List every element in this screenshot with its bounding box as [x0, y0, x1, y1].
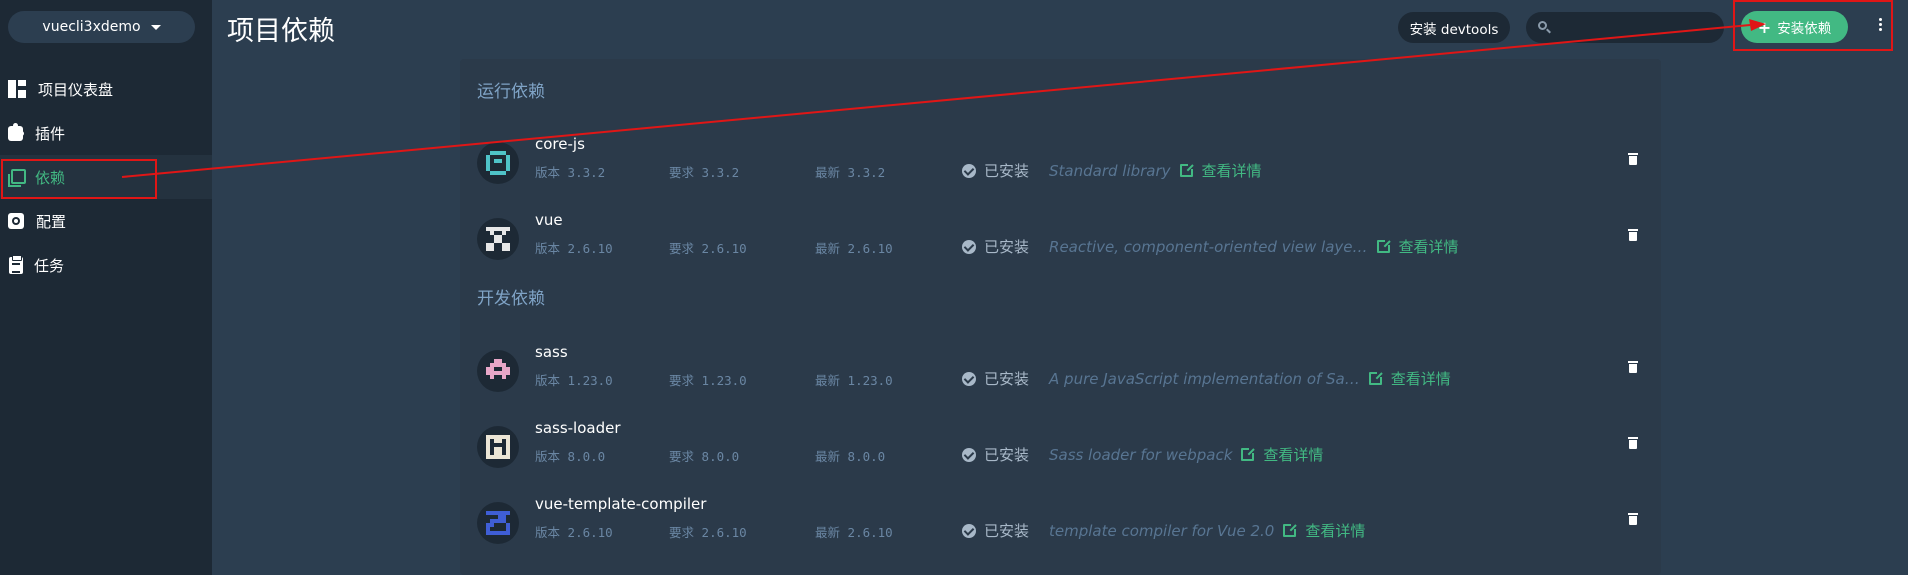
sidebar-item-configuration[interactable]: 配置 [0, 199, 212, 243]
list-item: sass-loader 版本 8.0.0 要求 8.0.0 最新 8.0.0 已… [460, 412, 1661, 474]
search-input[interactable] [1556, 12, 1716, 43]
package-description: A pure JavaScript implementation of Sa… [1049, 369, 1360, 388]
sidebar-item-tasks[interactable]: 任务 [0, 243, 212, 287]
package-avatar [477, 502, 519, 544]
sidebar-item-dependencies[interactable]: 依赖 [0, 155, 212, 199]
dependencies-panel: 运行依赖 core-js 版本 3.3.2 要求 3.3.2 最新 3.3.2 … [460, 59, 1661, 575]
delete-icon[interactable] [1628, 361, 1638, 373]
delete-icon[interactable] [1628, 437, 1638, 449]
sidebar-item-label: 依赖 [35, 168, 66, 187]
assignment-icon [9, 254, 23, 274]
package-status: 已安装 A pure JavaScript implementation of … [962, 368, 1451, 389]
package-wanted: 要求 3.3.2 [669, 165, 740, 180]
package-wanted: 要求 1.23.0 [669, 373, 747, 388]
package-status: 已安装 Standard library 查看详情 [962, 160, 1262, 181]
view-details-link[interactable]: 查看详情 [1399, 236, 1459, 257]
sidebar-item-label: 配置 [36, 212, 67, 231]
check-circle-icon [962, 371, 976, 386]
dashboard-icon [8, 80, 26, 98]
more-vertical-icon[interactable] [1872, 16, 1888, 38]
package-latest: 最新 1.23.0 [815, 373, 893, 388]
check-circle-icon [962, 447, 976, 462]
view-details-link[interactable]: 查看详情 [1391, 368, 1451, 389]
package-name: core-js [535, 135, 585, 153]
list-item: core-js 版本 3.3.2 要求 3.3.2 最新 3.3.2 已安装 S… [460, 128, 1661, 190]
install-dependency-label: 安装依赖 [1777, 21, 1832, 37]
section-title-dev: 开发依赖 [477, 289, 545, 309]
package-latest: 最新 8.0.0 [815, 449, 886, 464]
sidebar-item-dashboard[interactable]: 项目仪表盘 [0, 67, 212, 111]
view-details-link[interactable]: 查看详情 [1305, 520, 1365, 541]
sidebar-item-label: 项目仪表盘 [38, 80, 114, 99]
package-description: template compiler for Vue 2.0 [1049, 521, 1275, 540]
package-avatar [477, 426, 519, 468]
delete-icon[interactable] [1628, 229, 1638, 241]
delete-icon[interactable] [1628, 513, 1638, 525]
package-status: 已安装 template compiler for Vue 2.0 查看详情 [962, 520, 1365, 541]
project-name: vuecli3xdemo [42, 19, 141, 35]
package-version: 版本 2.6.10 [535, 525, 613, 540]
view-details-link[interactable]: 查看详情 [1263, 444, 1323, 465]
package-status: 已安装 Sass loader for webpack 查看详情 [962, 444, 1323, 465]
settings-applications-icon [8, 213, 24, 229]
page-title: 项目依赖 [227, 16, 335, 47]
package-name: sass [535, 343, 568, 361]
package-latest: 最新 2.6.10 [815, 241, 893, 256]
package-avatar [477, 142, 519, 184]
library-books-icon [8, 168, 26, 187]
install-dependency-button[interactable]: + 安装依赖 [1741, 11, 1848, 43]
plus-icon: + [1757, 17, 1772, 37]
open-in-new-icon[interactable] [1179, 163, 1194, 177]
project-selector[interactable]: vuecli3xdemo [8, 11, 195, 43]
puzzle-icon [8, 122, 24, 141]
caret-down-icon [150, 24, 161, 30]
sidebar-item-label: 插件 [35, 124, 66, 143]
check-circle-icon [962, 523, 976, 538]
package-version: 版本 3.3.2 [535, 165, 606, 180]
open-in-new-icon[interactable] [1368, 371, 1383, 385]
sidebar-item-label: 任务 [34, 256, 65, 275]
list-item: vue 版本 2.6.10 要求 2.6.10 最新 2.6.10 已安装 Re… [460, 204, 1661, 266]
delete-icon[interactable] [1628, 153, 1638, 165]
sidebar: vuecli3xdemo 项目仪表盘 插件 依赖 配置 任务 [0, 0, 212, 575]
package-wanted: 要求 2.6.10 [669, 525, 747, 540]
check-circle-icon [962, 163, 976, 178]
open-in-new-icon[interactable] [1283, 523, 1298, 537]
section-title-runtime: 运行依赖 [477, 82, 545, 102]
package-avatar [477, 350, 519, 392]
package-wanted: 要求 2.6.10 [669, 241, 747, 256]
package-latest: 最新 3.3.2 [815, 165, 886, 180]
search-icon [1538, 21, 1547, 30]
package-version: 版本 8.0.0 [535, 449, 606, 464]
open-in-new-icon[interactable] [1241, 447, 1256, 461]
sidebar-item-plugins[interactable]: 插件 [0, 111, 212, 155]
list-item: sass 版本 1.23.0 要求 1.23.0 最新 1.23.0 已安装 A… [460, 336, 1661, 398]
sidebar-nav: 项目仪表盘 插件 依赖 配置 任务 [0, 67, 212, 287]
package-latest: 最新 2.6.10 [815, 525, 893, 540]
list-item: vue-template-compiler 版本 2.6.10 要求 2.6.1… [460, 488, 1661, 550]
package-description: Standard library [1049, 161, 1171, 180]
package-name: sass-loader [535, 419, 621, 437]
package-description: Reactive, component-oriented view laye… [1049, 237, 1368, 256]
search-box [1526, 12, 1724, 43]
package-wanted: 要求 8.0.0 [669, 449, 740, 464]
open-in-new-icon[interactable] [1376, 239, 1391, 253]
package-name: vue [535, 211, 563, 229]
package-version: 版本 2.6.10 [535, 241, 613, 256]
package-version: 版本 1.23.0 [535, 373, 613, 388]
package-description: Sass loader for webpack [1049, 445, 1233, 464]
package-avatar [477, 218, 519, 260]
check-circle-icon [962, 239, 976, 254]
install-devtools-button[interactable]: 安装 devtools [1398, 12, 1510, 43]
package-name: vue-template-compiler [535, 495, 707, 513]
view-details-link[interactable]: 查看详情 [1202, 160, 1262, 181]
package-status: 已安装 Reactive, component-oriented view la… [962, 236, 1459, 257]
